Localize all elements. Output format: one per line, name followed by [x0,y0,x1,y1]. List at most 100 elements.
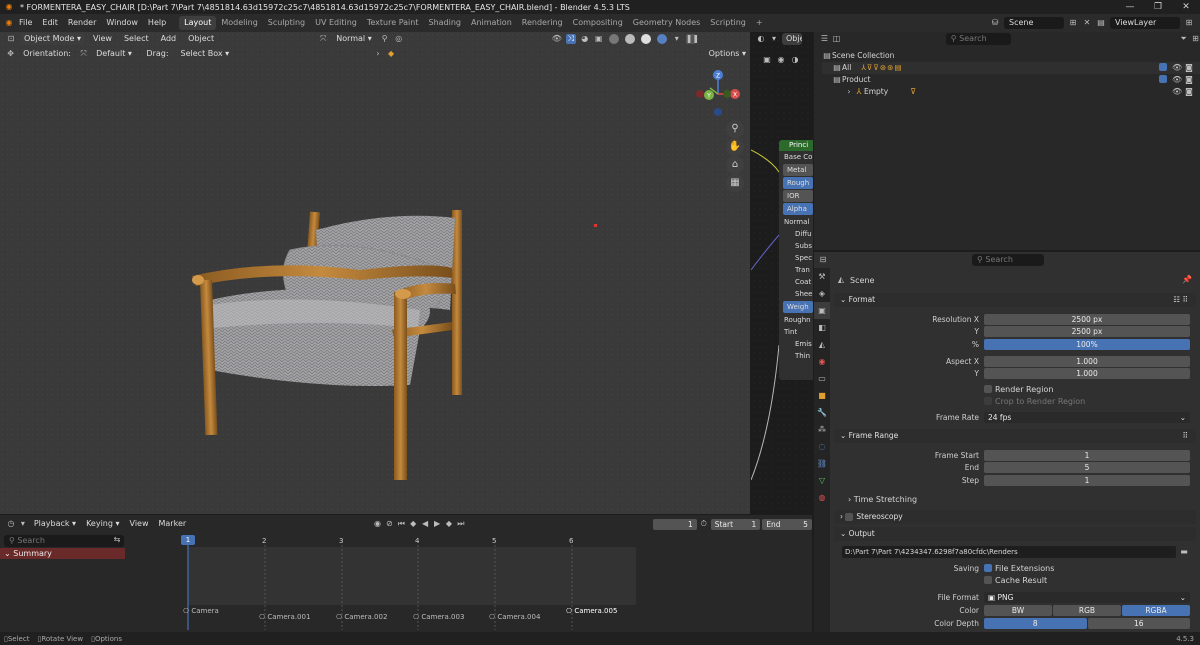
playback-menu[interactable]: Playback ▾ [30,518,80,530]
tab-modeling[interactable]: Modeling [216,16,262,30]
file-format-dropdown[interactable]: ▣ PNG ⌄ [984,591,1190,603]
camera-marker-3[interactable]: ⎔ Camera.003 [413,613,464,621]
world-tab-icon[interactable]: ◉ [814,353,830,370]
node-input-weight[interactable]: Weigh [783,301,813,313]
resolution-y-field[interactable]: 2500 px [984,326,1190,337]
depth-16-button[interactable]: 16 [1087,617,1190,629]
resolution-percent-field[interactable]: 100% [984,338,1190,350]
close-icon[interactable]: ✕ [1082,18,1092,28]
scene-field[interactable]: Scene [1004,16,1064,29]
timeline-view-menu[interactable]: View [126,518,153,530]
summary-channel[interactable]: ⌄ Summary [0,548,125,559]
orientation-dropdown[interactable]: Default ▾ [92,48,138,60]
shading-wireframe-icon[interactable] [608,34,619,44]
current-frame-field[interactable]: 1 [653,518,697,530]
jump-start-icon[interactable]: ⏮ [396,519,406,529]
color-bw-button[interactable]: BW [984,604,1052,616]
tab-scripting[interactable]: Scripting [705,16,751,30]
gizmo-neg-z[interactable] [714,108,722,116]
camera-marker-5[interactable]: ⎔ Camera.005 [566,607,617,615]
eye-icon[interactable]: 👁 [1172,75,1182,85]
camera-view-icon[interactable]: ⌂ [726,156,744,174]
clock-icon[interactable]: ⏱ [699,519,709,529]
node-panel-emission[interactable]: Emis [779,338,813,350]
node-panel-thin-film[interactable]: Thin [779,350,813,362]
outliner-row-scene-collection[interactable]: ▤ Scene Collection [822,50,1200,62]
menu-render[interactable]: Render [63,14,101,32]
frame-end-field[interactable]: 5 [984,462,1190,473]
presets-icon[interactable]: ☷ ⠿ [1173,293,1196,307]
shading-material-icon[interactable] [640,34,651,44]
resolution-x-field[interactable]: 2500 px [984,313,1190,325]
modifier-tab-icon[interactable]: 🔧 [814,404,830,421]
outliner-display-icon[interactable]: ◫ [832,34,841,44]
color-rgba-button[interactable]: RGBA [1122,604,1190,616]
principled-bsdf-node[interactable]: Princi Base Co Metal Rough IOR Alpha Nor… [779,140,813,380]
keying-set-icon[interactable]: ⊘ [384,519,394,529]
add-workspace-button[interactable]: + [751,16,768,30]
snap-icon[interactable]: ⚲ [380,34,390,44]
exclude-checkbox[interactable] [1159,63,1167,71]
gizmo-neg-x[interactable] [696,90,704,98]
tab-layout[interactable]: Layout [179,16,217,30]
outliner-row-empty[interactable]: › ⅄ Empty ⊽ 👁 ◙ [822,86,1200,98]
outliner-row-product[interactable]: ▤ Product 👁 ◙ [822,74,1200,86]
timeline-type-icon[interactable]: ◷ [6,519,16,529]
jump-prev-key-icon[interactable]: ◆ [408,519,418,529]
overlay-toggle-icon[interactable]: ◕ [580,34,590,44]
menu-help[interactable]: Help [143,14,171,32]
maximize-button[interactable]: ❐ [1144,0,1172,14]
file-extensions-box[interactable] [984,564,992,572]
camera-marker-0[interactable]: ⎔ Camera [183,607,219,615]
material-tab-icon[interactable]: ◍ [814,489,830,506]
crop-region-box[interactable] [984,397,992,405]
options-dropdown[interactable]: Options ▾ [705,48,750,60]
end-frame-field[interactable]: End 5 [762,518,812,530]
keying-menu[interactable]: Keying ▾ [82,518,123,530]
playhead-frame-indicator[interactable]: 1 [181,535,195,545]
camera-marker-1[interactable]: ⎔ Camera.001 [259,613,310,621]
camera-render-icon[interactable]: ◙ [1184,87,1194,97]
cache-result-checkbox[interactable]: Cache Result [984,576,1047,585]
new-collection-icon[interactable]: ⊞ [1191,34,1200,44]
tool-tab-icon[interactable]: ⚒ [814,268,830,285]
render-tab-icon[interactable]: ◈ [814,285,830,302]
frame-range-panel-header[interactable]: ⌄ Frame Range ⠿ [834,429,1196,443]
tab-animation[interactable]: Animation [466,16,517,30]
jump-next-key-icon[interactable]: ◆ [444,519,454,529]
collection-tab-icon[interactable]: ▭ [814,370,830,387]
tab-compositing[interactable]: Compositing [568,16,628,30]
gizmo-neg-y[interactable] [723,90,731,98]
chevron-right-icon[interactable]: › [373,49,382,59]
play-icon[interactable]: ▶ [432,519,442,529]
proportional-edit-icon[interactable]: ◎ [394,34,404,44]
marker-menu[interactable]: Marker [155,518,191,530]
stereoscopy-checkbox[interactable] [845,513,854,521]
frame-start-field[interactable]: 1 [984,449,1190,461]
time-stretching-subpanel[interactable]: › Time Stretching [848,494,917,506]
output-panel-header[interactable]: ⌄ Output [834,527,1196,541]
xray-icon[interactable]: ▣ [594,34,604,44]
view-layer-field[interactable]: ViewLayer [1110,16,1180,29]
viewport-menu-add[interactable]: Add [157,33,181,45]
viewport-menu-object[interactable]: Object [184,33,218,45]
folder-icon[interactable]: ▬ [1179,547,1189,557]
outliner-search-input[interactable]: ⚲ Search [945,33,1012,45]
properties-search-input[interactable]: ⚲ Search [972,254,1044,266]
timeline-dropdown-icon[interactable]: ▾ [18,519,28,529]
outliner-row-all[interactable]: ▤ All ⅄⊽⊽⊛⊛▤ 👁 ◙ [822,62,1200,74]
stereoscopy-panel-header[interactable]: › Stereoscopy [834,510,1196,524]
shading-rendered-icon[interactable] [656,34,667,44]
aspect-x-field[interactable]: 1.000 [984,355,1190,367]
menu-file[interactable]: File [14,14,37,32]
navigation-gizmo[interactable]: Z X Y [690,66,746,118]
zoom-icon[interactable]: ⚲ [726,120,744,138]
output-path-field[interactable]: D:\Part 7\Part 7\4234347.6298f7a80cfdc\R… [842,546,1176,558]
viewport-menu-select[interactable]: Select [120,33,153,45]
transform-orientation-dropdown[interactable]: Normal ▾ [332,33,376,45]
node-object-dropdown[interactable]: Obje [782,33,802,45]
node-select-icon[interactable]: ▣ [762,55,772,65]
eye-icon[interactable]: 👁 [1172,63,1182,73]
record-icon[interactable]: ◉ [373,519,383,529]
node-input-base-color[interactable]: Base Co [779,151,813,163]
